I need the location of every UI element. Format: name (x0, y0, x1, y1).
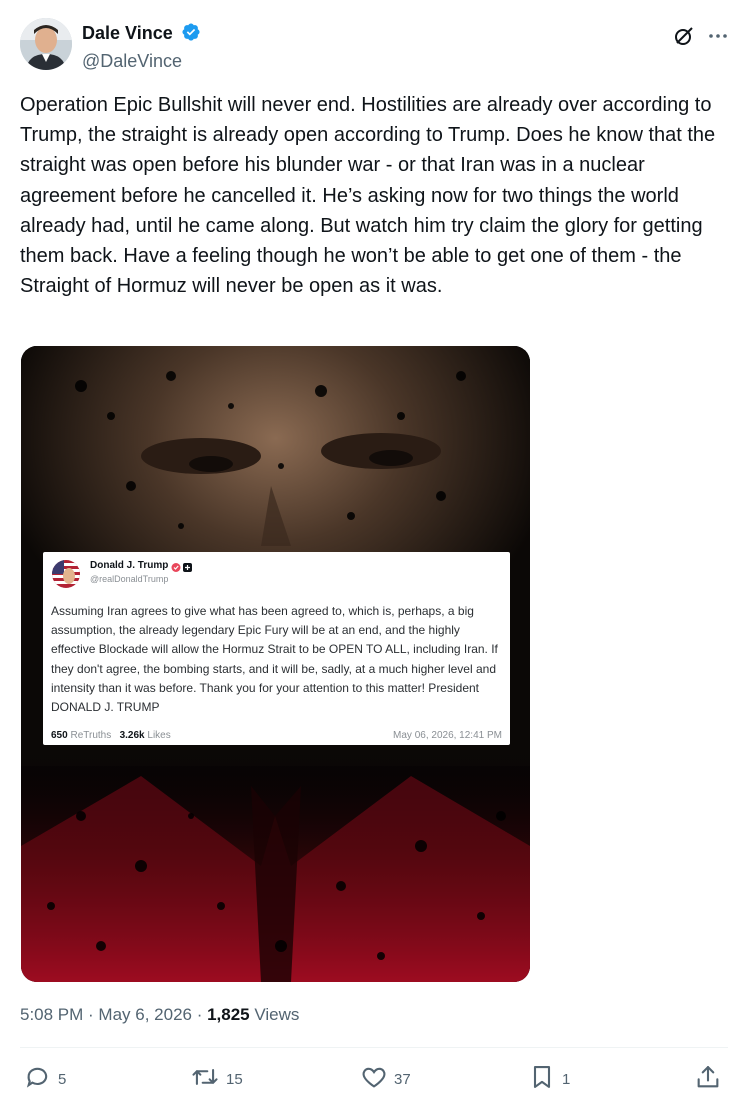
author-display-name[interactable]: Dale Vince (82, 23, 173, 43)
embedded-post-stats: 650 ReTruths 3.26k Likes (51, 730, 171, 741)
embedded-truth-post-card: Donald J. Trump @realDonaldTrump Assumin… (43, 552, 510, 745)
embedded-author-avatar (52, 560, 80, 588)
embedded-author-name: Donald J. Trump (90, 560, 169, 571)
post-date[interactable]: May 6, 2026 (98, 1005, 192, 1024)
heart-icon (360, 1063, 394, 1095)
reply-icon (24, 1063, 58, 1095)
repost-count: 15 (226, 1070, 243, 1088)
more-options-icon[interactable] (706, 24, 730, 48)
embedded-author-badges (171, 560, 193, 578)
like-button[interactable]: 37 (360, 1064, 411, 1094)
author-handle[interactable]: @DaleVince (82, 51, 201, 72)
verified-badge-icon (181, 22, 201, 47)
share-button[interactable] (694, 1064, 728, 1094)
likes-label: Likes (147, 730, 171, 741)
embedded-post-date: May 06, 2026, 12:41 PM (393, 730, 502, 741)
share-icon (694, 1063, 728, 1095)
author-avatar[interactable] (20, 18, 72, 70)
meta-separator: · (83, 1005, 99, 1024)
repost-button[interactable]: 15 (190, 1064, 243, 1094)
retruths-label: ReTruths (70, 730, 112, 741)
bookmark-icon (528, 1063, 562, 1095)
reply-button[interactable]: 5 (24, 1064, 66, 1094)
author-name-block: Dale Vince @DaleVince (82, 22, 201, 72)
reply-count: 5 (58, 1070, 67, 1088)
bookmark-count: 1 (562, 1070, 571, 1088)
like-count: 37 (394, 1070, 411, 1088)
views-label: Views (249, 1005, 300, 1024)
likes-count: 3.26k (119, 730, 145, 741)
embedded-post-text: Assuming Iran agrees to give what has be… (51, 604, 502, 715)
post-time[interactable]: 5:08 PM (20, 1005, 83, 1024)
embedded-author-handle: @realDonaldTrump (90, 574, 169, 584)
post-media-image[interactable]: Donald J. Trump @realDonaldTrump Assumin… (21, 346, 530, 982)
grok-icon[interactable] (672, 24, 696, 48)
divider (20, 1047, 728, 1048)
repost-icon (190, 1063, 226, 1095)
views-count: 1,825 (207, 1005, 250, 1024)
meta-separator: · (191, 1005, 208, 1024)
post-header: Dale Vince @DaleVince (20, 18, 727, 74)
post-meta: 5:08 PM · May 6, 2026 · 1,825 Views (20, 1005, 299, 1025)
retruths-count: 650 (51, 730, 68, 741)
post-action-bar: 5 15 37 1 (0, 1064, 744, 1096)
bookmark-button[interactable]: 1 (528, 1064, 570, 1094)
post-text: Operation Epic Bullshit will never end. … (20, 94, 721, 298)
